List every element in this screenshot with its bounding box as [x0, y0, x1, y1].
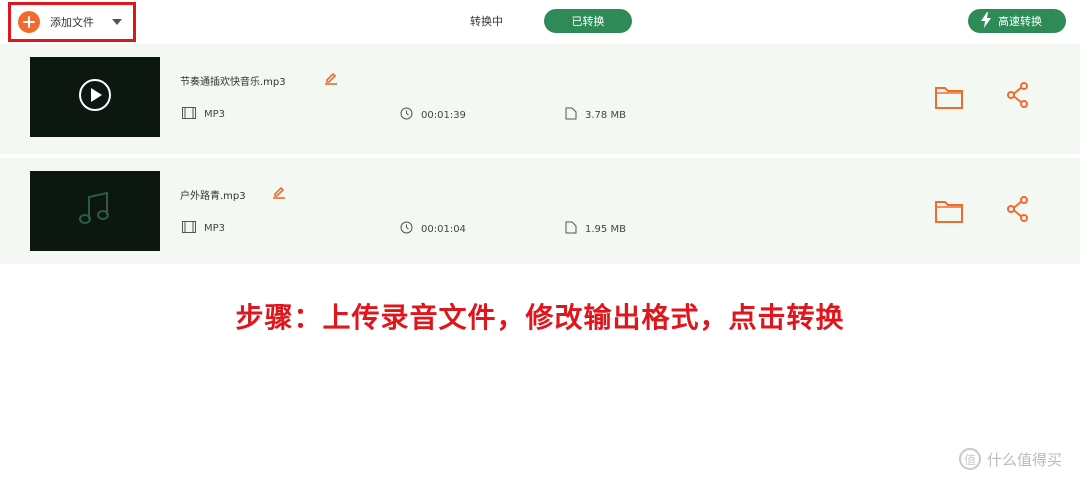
file-icon — [565, 107, 577, 123]
file-list: 节奏通插欢快音乐.mp3 MP3 00:01:39 3.78 MB 户外路青.m… — [0, 44, 1080, 264]
clock-icon — [400, 221, 413, 237]
list-item: 节奏通插欢快音乐.mp3 MP3 00:01:39 3.78 MB — [0, 44, 1080, 150]
tab-converted[interactable]: 已转换 — [544, 9, 632, 33]
watermark-logo: 值 — [958, 448, 981, 470]
file-name: 户外路青.mp3 — [180, 191, 246, 202]
file-format: MP3 — [204, 223, 226, 234]
fast-convert-button[interactable]: 高速转换 — [968, 9, 1066, 33]
file-size: 1.95 MB — [585, 223, 626, 235]
file-name: 节奏通插欢快音乐.mp3 — [180, 77, 286, 88]
folder-icon[interactable] — [934, 198, 964, 228]
edit-icon[interactable] — [324, 70, 338, 89]
size-info: 1.95 MB — [565, 221, 626, 237]
file-icon — [565, 221, 577, 237]
top-toolbar: 添加文件 转换中 已转换 高速转换 — [0, 0, 1080, 44]
edit-icon[interactable] — [272, 184, 286, 203]
share-icon[interactable] — [1006, 196, 1030, 226]
list-item: 户外路青.mp3 MP3 00:01:04 1.95 MB — [0, 154, 1080, 260]
play-icon[interactable] — [77, 77, 113, 117]
file-thumbnail[interactable] — [30, 171, 160, 251]
folder-icon[interactable] — [934, 84, 964, 114]
file-duration: 00:01:04 — [421, 223, 466, 235]
tab-converting[interactable]: 转换中 — [470, 13, 503, 29]
watermark-text: 什么值得买 — [986, 450, 1062, 469]
clock-icon — [400, 107, 413, 123]
plus-icon — [18, 11, 40, 33]
duration-info: 00:01:39 — [400, 107, 466, 123]
lightning-icon — [980, 11, 992, 31]
file-size: 3.78 MB — [585, 109, 626, 121]
file-duration: 00:01:39 — [421, 109, 466, 121]
format-info: MP3 — [182, 221, 225, 236]
duration-info: 00:01:04 — [400, 221, 466, 237]
film-icon — [182, 107, 196, 122]
film-icon — [182, 221, 196, 236]
caret-down-icon[interactable] — [112, 19, 122, 25]
fast-convert-label: 高速转换 — [998, 15, 1042, 28]
share-icon[interactable] — [1006, 82, 1030, 112]
watermark: 值 什么值得买 — [958, 448, 1062, 470]
format-info: MP3 — [182, 107, 225, 122]
file-format: MP3 — [204, 109, 226, 120]
music-note-icon — [75, 189, 115, 233]
instruction-text: 步骤：上传录音文件，修改输出格式，点击转换 — [235, 301, 845, 334]
add-file-button[interactable]: 添加文件 — [8, 2, 136, 42]
size-info: 3.78 MB — [565, 107, 626, 123]
file-thumbnail[interactable] — [30, 57, 160, 137]
add-file-label: 添加文件 — [50, 16, 94, 29]
